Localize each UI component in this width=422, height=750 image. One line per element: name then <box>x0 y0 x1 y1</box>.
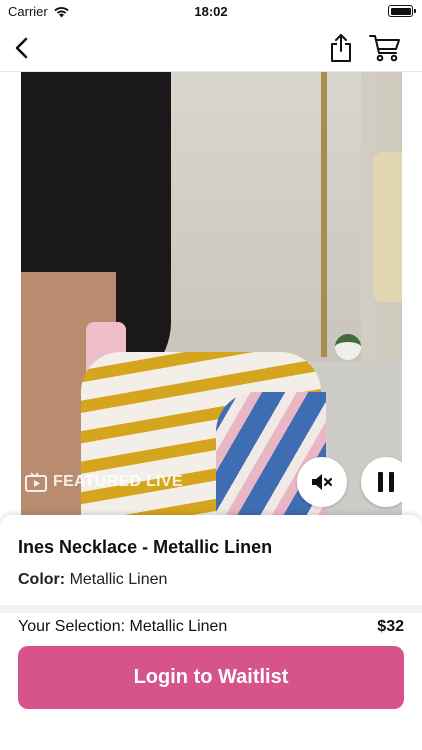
product-sheet: Ines Necklace - Metallic Linen Color: Me… <box>0 515 422 750</box>
video-player[interactable]: FEATURED LIVE <box>21 72 402 522</box>
product-title: Ines Necklace - Metallic Linen <box>18 537 273 557</box>
navigation-bar <box>0 24 422 72</box>
divider <box>0 605 422 613</box>
share-button[interactable] <box>324 30 358 66</box>
color-row: Color: Metallic Linen <box>18 571 167 589</box>
mute-button[interactable] <box>297 457 347 507</box>
price: $32 <box>377 618 404 635</box>
share-icon <box>331 34 351 62</box>
chevron-left-icon <box>15 37 28 59</box>
color-label: Color: <box>18 571 66 588</box>
color-value: Metallic Linen <box>69 571 168 588</box>
status-bar: Carrier 18:02 <box>0 0 422 24</box>
featured-live-label: FEATURED LIVE <box>53 473 183 490</box>
cart-icon <box>369 35 400 62</box>
selection-text: Your Selection: Metallic Linen <box>18 618 228 635</box>
cart-button[interactable] <box>364 30 406 66</box>
pause-icon <box>378 472 394 492</box>
clock: 18:02 <box>194 4 228 19</box>
back-button[interactable] <box>6 32 38 64</box>
speaker-muted-icon <box>312 474 333 490</box>
selection-row: Your Selection: Metallic Linen $32 <box>18 618 404 636</box>
battery-icon <box>388 5 416 17</box>
featured-live-badge: FEATURED LIVE <box>25 472 183 492</box>
play-icon <box>25 472 47 492</box>
login-to-waitlist-button[interactable]: Login to Waitlist <box>18 646 404 709</box>
